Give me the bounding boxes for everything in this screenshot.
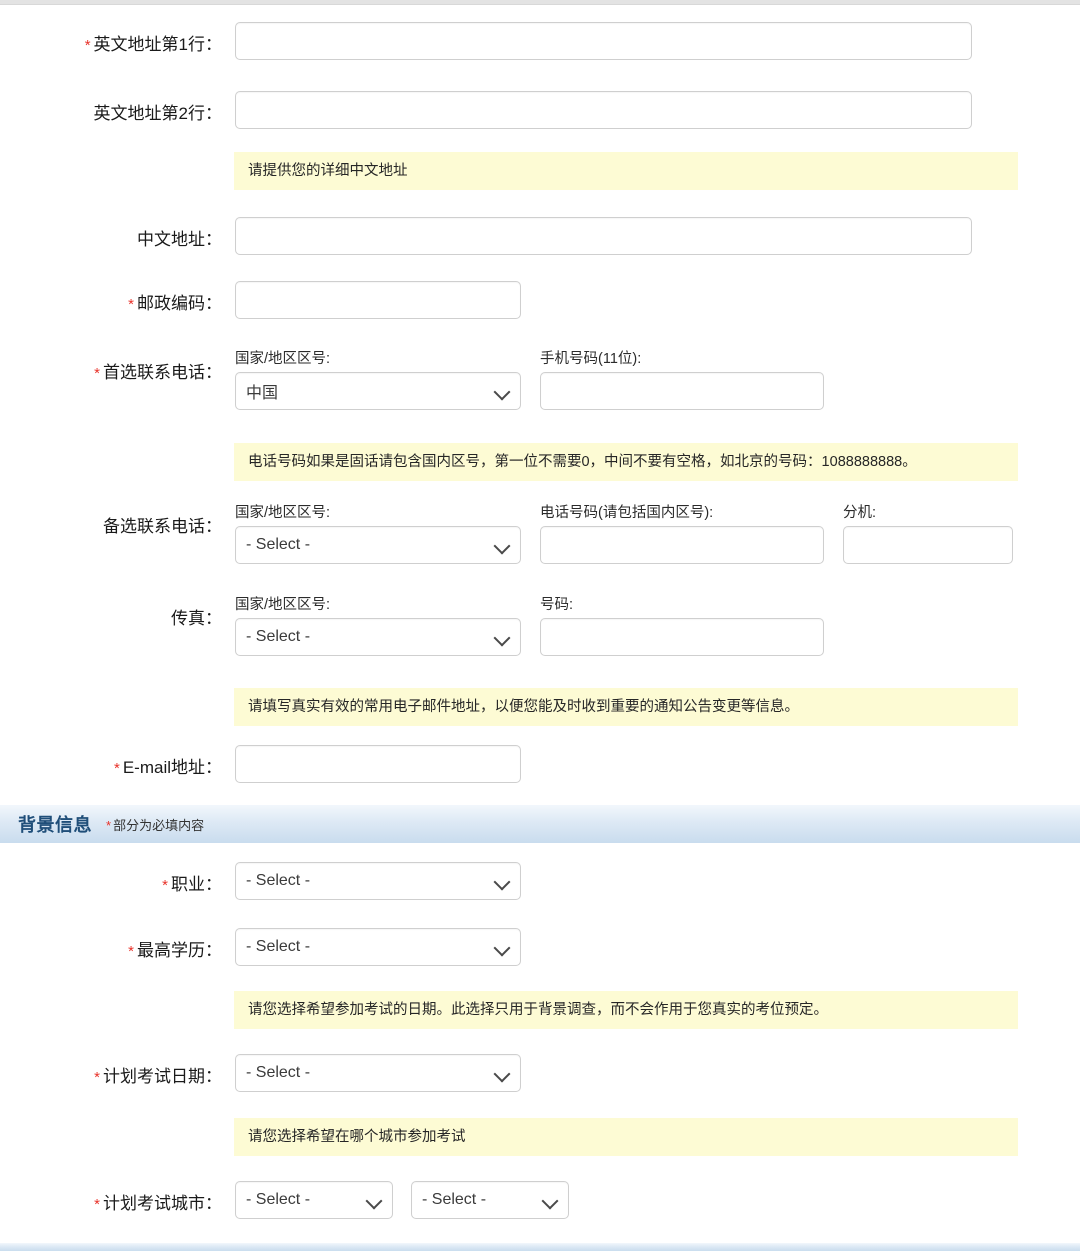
top-divider-strip: [0, 0, 1080, 5]
input-fax-number[interactable]: [540, 618, 824, 656]
label-email: * E-mail地址：: [0, 757, 222, 780]
label-education: * 最高学历：: [0, 940, 222, 963]
label-text: 计划考试城市：: [103, 1194, 222, 1213]
input-address-en-2[interactable]: [235, 91, 972, 129]
label-exam-city: * 计划考试城市：: [0, 1193, 222, 1216]
subcaption-country-code-fax: 国家/地区区号:: [235, 597, 331, 613]
select-exam-city-province[interactable]: - Select -: [235, 1181, 393, 1219]
label-exam-date: * 计划考试日期：: [0, 1066, 222, 1089]
select-value: - Select -: [246, 938, 311, 955]
label-text: 备选联系电话：: [103, 517, 222, 536]
label-text: 英文地址第1行：: [93, 35, 222, 54]
chevron-down-icon: [495, 940, 510, 955]
label-fax: 传真：: [0, 608, 222, 630]
label-text: 职业：: [171, 875, 222, 894]
select-country-code-primary[interactable]: 中国: [235, 372, 521, 410]
select-country-code-fax[interactable]: - Select -: [235, 618, 521, 656]
select-exam-city-city[interactable]: - Select -: [411, 1181, 569, 1219]
required-star: *: [162, 877, 168, 894]
hint-phone-format: 电话号码如果是固话请包含国内区号，第一位不需要0，中间不要有空格，如北京的号码：…: [234, 443, 1018, 481]
required-star: *: [128, 296, 134, 313]
required-star: *: [84, 37, 91, 54]
required-star: *: [94, 365, 100, 382]
section-note: * 部分为必填内容: [106, 815, 204, 834]
label-text: 英文地址第2行：: [93, 104, 222, 123]
input-phone-alternate[interactable]: [540, 526, 824, 564]
label-text: 邮政编码：: [137, 294, 222, 313]
select-value: - Select -: [246, 1064, 311, 1081]
label-postcode: * 邮政编码：: [0, 293, 222, 316]
subcaption-extension: 分机:: [843, 505, 877, 521]
label-text: 中文地址：: [137, 230, 222, 249]
hint-text: 请您选择希望参加考试的日期。此选择只用于背景调查，而不会作用于您真实的考位预定。: [248, 1002, 828, 1018]
select-value: - Select -: [246, 872, 311, 889]
chevron-down-icon: [367, 1193, 382, 1208]
chevron-down-icon: [495, 874, 510, 889]
chevron-down-icon: [543, 1193, 558, 1208]
hint-text: 请填写真实有效的常用电子邮件地址，以便您能及时收到重要的通知公告变更等信息。: [248, 699, 799, 715]
input-postcode[interactable]: [235, 281, 521, 319]
label-occupation: * 职业：: [0, 874, 222, 897]
section-header-background-info: 背景信息 * 部分为必填内容: [0, 805, 1080, 843]
subcaption-phone-with-area: 电话号码(请包括国内区号):: [540, 505, 714, 521]
label-text: 最高学历：: [137, 941, 222, 960]
label-text: E-mail地址：: [122, 758, 222, 777]
subcaption-mobile-11: 手机号码(11位):: [540, 351, 642, 367]
select-education[interactable]: - Select -: [235, 928, 521, 966]
required-star: *: [106, 817, 112, 833]
hint-text: 请您选择希望在哪个城市参加考试: [248, 1129, 466, 1145]
required-star: *: [94, 1196, 100, 1213]
label-alternate-phone: 备选联系电话：: [0, 516, 222, 538]
required-star: *: [113, 760, 120, 777]
input-address-en-1[interactable]: [235, 22, 972, 60]
subcaption-country-code-alternate: 国家/地区区号:: [235, 505, 331, 521]
select-occupation[interactable]: - Select -: [235, 862, 521, 900]
hint-exam-date: 请您选择希望参加考试的日期。此选择只用于背景调查，而不会作用于您真实的考位预定。: [234, 991, 1018, 1029]
hint-text: 电话号码如果是固话请包含国内区号，第一位不需要0，中间不要有空格，如北京的号码：…: [248, 454, 917, 470]
section-header-next-partial: [0, 1243, 1080, 1251]
chevron-down-icon: [495, 630, 510, 645]
select-value: - Select -: [246, 628, 311, 645]
select-value: 中国: [246, 385, 279, 402]
label-address-en-1: * 英文地址第1行：: [0, 34, 222, 57]
label-text: 传真：: [171, 609, 222, 628]
required-star: *: [128, 943, 134, 960]
select-value: - Select -: [422, 1191, 487, 1208]
chevron-down-icon: [495, 384, 510, 399]
subcaption-fax-number: 号码:: [540, 597, 574, 613]
hint-address-cn: 请提供您的详细中文地址: [234, 152, 1018, 190]
select-value: - Select -: [246, 536, 311, 553]
label-primary-phone: * 首选联系电话：: [0, 362, 222, 385]
input-extension[interactable]: [843, 526, 1013, 564]
input-mobile-primary[interactable]: [540, 372, 824, 410]
hint-email: 请填写真实有效的常用电子邮件地址，以便您能及时收到重要的通知公告变更等信息。: [234, 688, 1018, 726]
label-text: 计划考试日期：: [103, 1067, 222, 1086]
hint-exam-city: 请您选择希望在哪个城市参加考试: [234, 1118, 1018, 1156]
section-note-text: 部分为必填内容: [113, 817, 205, 833]
label-text: 首选联系电话：: [103, 363, 222, 382]
input-email[interactable]: [235, 745, 521, 783]
input-address-cn[interactable]: [235, 217, 972, 255]
required-star: *: [94, 1069, 100, 1086]
section-title: 背景信息: [18, 815, 92, 835]
subcaption-country-code-primary: 国家/地区区号:: [235, 351, 331, 367]
hint-text: 请提供您的详细中文地址: [248, 163, 408, 179]
select-country-code-alternate[interactable]: - Select -: [235, 526, 521, 564]
chevron-down-icon: [495, 538, 510, 553]
select-value: - Select -: [246, 1191, 311, 1208]
chevron-down-icon: [495, 1066, 510, 1081]
label-address-cn: 中文地址：: [0, 229, 222, 251]
select-exam-date[interactable]: - Select -: [235, 1054, 521, 1092]
registration-form-page: * 英文地址第1行： 英文地址第2行： 请提供您的详细中文地址 中文地址： * 邮政…: [0, 0, 1080, 1251]
label-address-en-2: 英文地址第2行：: [0, 103, 222, 125]
